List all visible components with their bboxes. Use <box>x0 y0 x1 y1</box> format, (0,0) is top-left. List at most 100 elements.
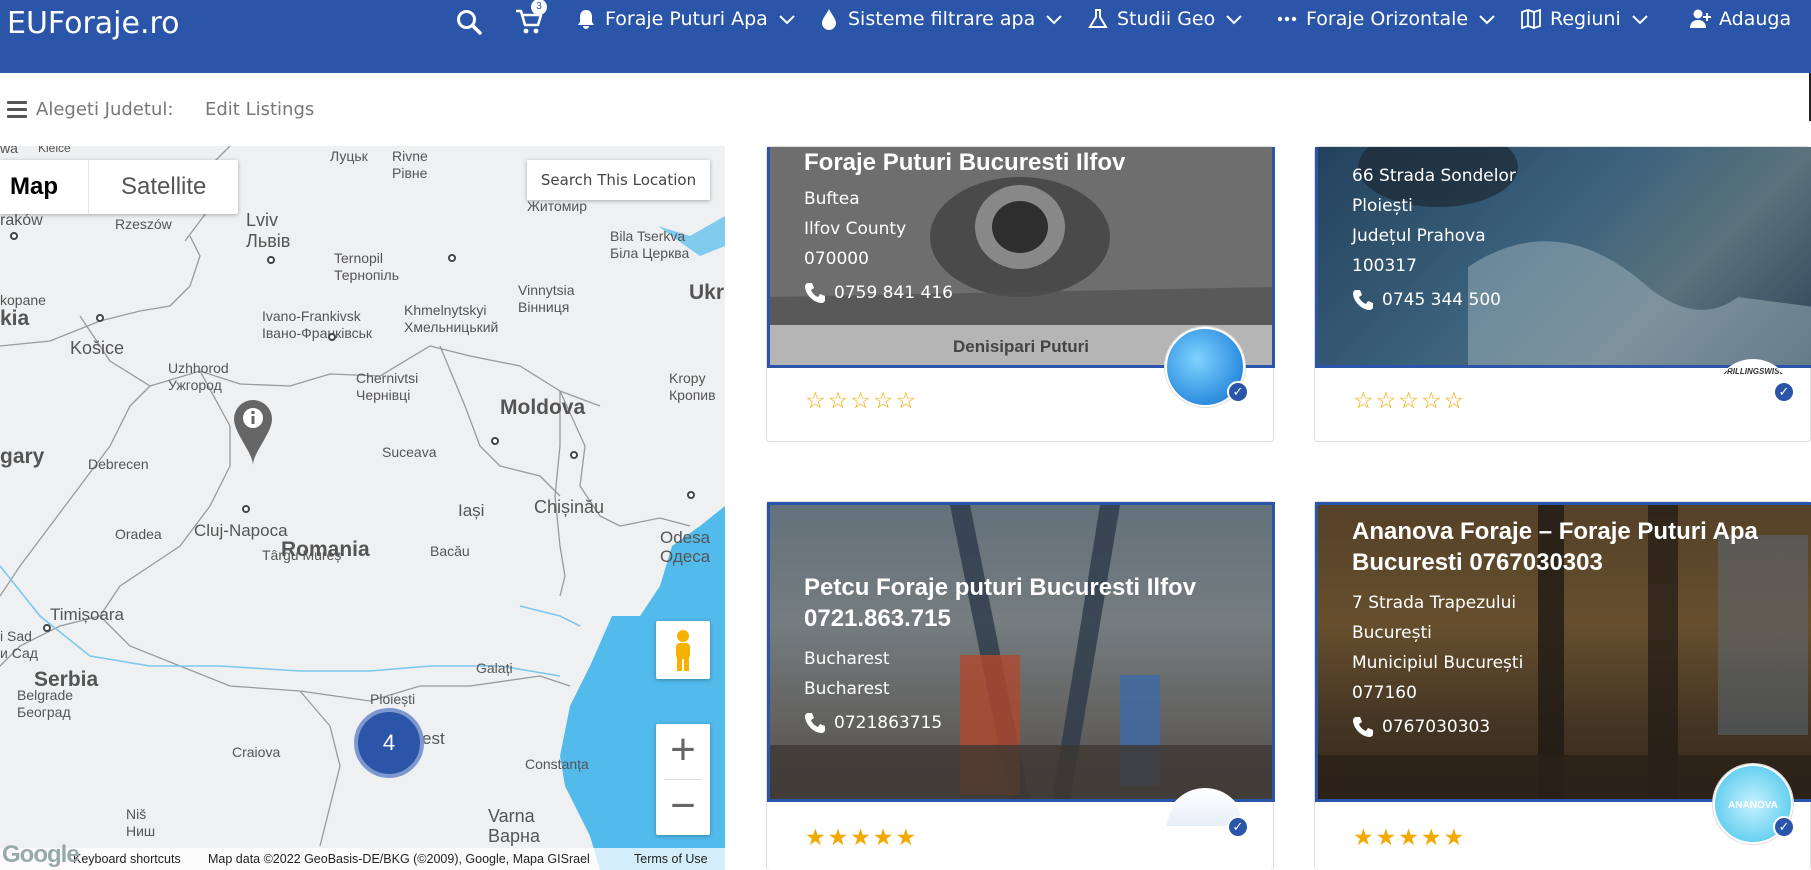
map-label: Khmelnytskyi Хмельницький <box>404 302 499 335</box>
listing-title[interactable]: Ananova Foraje – Foraje Puturi Apa Bucur… <box>1352 516 1772 578</box>
verified-check-icon: ✓ <box>1773 381 1795 403</box>
capital-dot <box>43 624 51 632</box>
rating-stars[interactable]: ★★★★★ <box>1353 824 1466 851</box>
listing-street: 7 Strada Trapezului <box>1352 593 1517 613</box>
map-country-label: Serbia <box>34 668 99 691</box>
map-label: Chernivtsi Чернівці <box>356 370 419 403</box>
listing-city: București <box>1352 623 1432 643</box>
city-dot <box>96 314 104 322</box>
map-label: Житомир <box>527 198 588 214</box>
map-label: Niš Ниш <box>126 806 156 839</box>
listing-phone[interactable]: 0721863715 <box>804 712 1224 734</box>
rating-stars[interactable]: ☆☆☆☆☆ <box>805 387 918 414</box>
phone-icon <box>1353 290 1373 310</box>
phone-icon <box>805 283 825 303</box>
pegman-icon <box>676 630 690 671</box>
map-label: Belgrade Београд <box>17 687 74 720</box>
capital-dot <box>570 451 578 459</box>
map-label: Луцьк <box>330 148 368 164</box>
zoom-out-button[interactable]: − <box>656 780 710 835</box>
city-dot <box>491 437 499 445</box>
county-select-label[interactable]: Alegeti Judetul: <box>36 99 173 120</box>
listing-title[interactable]: Foraje Puturi Bucuresti Ilfov <box>804 147 1224 178</box>
hamburger-menu-icon[interactable] <box>7 101 27 118</box>
ellipsis-icon <box>1277 16 1297 22</box>
nav-foraje-orizontale[interactable]: Foraje Orizontale <box>1276 8 1496 30</box>
map-label: Ivano-Frankivsk Івано-Франківськ <box>262 308 373 341</box>
city-dot <box>267 256 275 264</box>
google-map[interactable]: wa Kielce Луцьк Rivne Рівне raków Rzeszó… <box>0 146 725 870</box>
site-logo[interactable]: EUForaje.ro <box>7 6 180 41</box>
map-label: est <box>422 729 445 748</box>
listing-postcode: 100317 <box>1352 256 1417 276</box>
map-cluster-marker[interactable]: 4 <box>354 708 424 778</box>
map-label: wa <box>0 146 18 156</box>
map-label: Chișinău <box>534 497 605 517</box>
listing-city: Buftea <box>804 189 860 209</box>
map-type-satellite-button[interactable]: Satellite <box>88 160 238 214</box>
listing-county: Municipiul București <box>1352 653 1524 673</box>
street-view-pegman-button[interactable] <box>656 621 710 679</box>
map-label: Varna Варна <box>488 806 540 846</box>
nav-studii-geo[interactable]: Studii Geo <box>1087 8 1243 30</box>
terms-of-use-link[interactable]: Terms of Use <box>634 848 708 870</box>
nav-label: Sisteme filtrare apa <box>848 8 1036 30</box>
map-attribution: Keyboard shortcuts Map data ©2022 GeoBas… <box>0 848 725 870</box>
map-label: Suceava <box>382 444 437 460</box>
zoom-control: + − <box>656 724 710 835</box>
listing-phone[interactable]: 0759 841 416 <box>804 282 1224 304</box>
rating-stars[interactable]: ★★★★★ <box>805 824 918 851</box>
listing-card[interactable]: Ananova Foraje – Foraje Puturi Apa Bucur… <box>1314 501 1811 870</box>
map-label: Debrecen <box>88 456 149 472</box>
rating-stars[interactable]: ☆☆☆☆☆ <box>1353 387 1466 414</box>
listing-card[interactable]: Petcu Foraje puturi Bucuresti Ilfov 0721… <box>766 501 1275 870</box>
map-label: Iași <box>458 501 485 520</box>
map-label: Rivne Рівне <box>392 148 428 181</box>
listing-phone[interactable]: 0745 344 500 <box>1352 289 1516 311</box>
cart-count-badge: 3 <box>531 0 547 15</box>
city-dot <box>448 254 456 262</box>
listing-county: Bucharest <box>804 679 890 699</box>
map-country-label: Ukr <box>689 281 725 304</box>
verified-check-icon: ✓ <box>1773 816 1795 838</box>
nav-foraje-puturi-apa[interactable]: Foraje Puturi Apa <box>575 8 796 30</box>
map-label: i Sad и Сад <box>0 628 38 661</box>
search-icon[interactable] <box>456 9 482 35</box>
edit-listings-link[interactable]: Edit Listings <box>205 99 314 120</box>
map-country-label: gary <box>0 445 45 468</box>
map-label: Timișoara <box>50 605 124 624</box>
listing-phone[interactable]: 0767030303 <box>1352 716 1772 738</box>
bell-icon <box>578 10 594 29</box>
nav-label: Studii Geo <box>1117 8 1216 30</box>
zoom-in-button[interactable]: + <box>656 724 710 779</box>
nav-regiuni[interactable]: Regiuni <box>1520 8 1649 30</box>
map-label: Bacău <box>430 543 470 559</box>
map-label: Vinnytsia Вінниця <box>518 282 575 315</box>
flask-icon <box>1088 9 1108 28</box>
city-dot <box>687 491 695 499</box>
map-label: Rzeszów <box>115 216 172 232</box>
city-dot <box>242 505 250 513</box>
nav-adauga[interactable]: Adauga <box>1689 8 1791 30</box>
map-label: Ploiești <box>370 691 416 707</box>
map-label: Galați <box>476 660 513 676</box>
map-pin-icon[interactable] <box>231 398 275 468</box>
map-label: Ternopil Тернопіль <box>334 250 400 283</box>
map-label: Kropy Кропив <box>669 370 716 403</box>
listing-city: Ploiești <box>1352 196 1413 216</box>
map-country-label: kia <box>0 307 30 330</box>
chevron-down-icon <box>1226 15 1242 25</box>
keyboard-shortcuts-link[interactable]: Keyboard shortcuts <box>73 848 181 870</box>
map-label: Craiova <box>232 744 281 760</box>
map-type-map-button[interactable]: Map <box>0 160 88 214</box>
listing-city: Bucharest <box>804 649 890 669</box>
chevron-down-icon <box>1632 15 1648 25</box>
listing-title[interactable]: Petcu Foraje puturi Bucuresti Ilfov 0721… <box>804 572 1224 634</box>
listing-card[interactable]: 66 Strada Sondelor Ploiești Județul Prah… <box>1314 146 1811 442</box>
add-user-icon <box>1690 9 1711 28</box>
search-this-location-button[interactable]: Search This Location <box>527 160 710 200</box>
listing-card[interactable]: Denisipari Puturi Foraje Puturi Bucurest… <box>766 146 1275 442</box>
nav-sisteme-filtrare-apa[interactable]: Sisteme filtrare apa <box>818 8 1063 30</box>
map-label: Lviv Львів <box>246 210 291 251</box>
google-logo[interactable]: Google <box>2 841 80 869</box>
